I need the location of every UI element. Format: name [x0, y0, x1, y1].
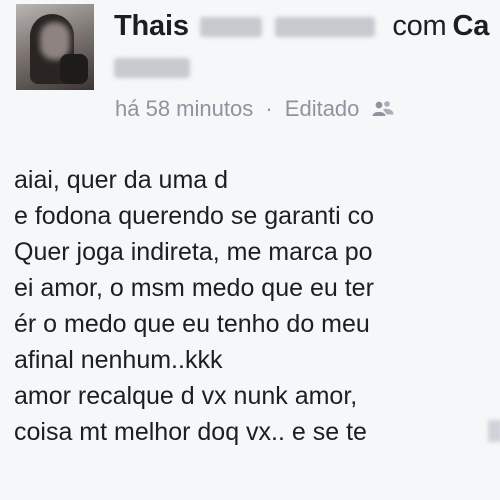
- edited-label[interactable]: Editado: [285, 96, 360, 121]
- meta-separator: ·: [265, 96, 273, 121]
- post-timestamp[interactable]: há 58 minutos: [115, 96, 253, 121]
- post-line: ei amor, o msm medo que eu ter: [14, 274, 374, 302]
- redacted-surname-2: [275, 17, 376, 38]
- avatar-phone: [60, 54, 88, 84]
- redacted-fragment: [488, 420, 500, 442]
- post-line: amor recalque d vx nunk amor,: [14, 382, 358, 410]
- tagged-person-name[interactable]: Ca: [453, 10, 490, 42]
- redacted-tagged-name: [114, 58, 190, 78]
- post-line: coisa mt melhor doq vx.. e se te: [14, 418, 367, 446]
- post-meta: há 58 minutos · Editado: [115, 96, 394, 124]
- redacted-surname-1: [199, 17, 262, 38]
- post-header: Thais com Ca: [114, 10, 489, 43]
- post-line: ér o medo que eu tenho do meu: [14, 310, 370, 338]
- post-body: aiai, quer da uma d e fodona querendo se…: [14, 162, 500, 450]
- facebook-post: Thais com Ca há 58 minutos · Editado aiai…: [0, 0, 500, 500]
- with-text: com: [392, 10, 447, 42]
- post-line: e fodona querendo se garanti co: [14, 202, 374, 230]
- author-name[interactable]: Thais: [114, 10, 189, 42]
- post-line: aiai, quer da uma d: [14, 166, 229, 194]
- post-line: afinal nenhum..kkk: [14, 346, 223, 374]
- author-avatar[interactable]: [16, 4, 94, 90]
- friends-icon[interactable]: [372, 98, 394, 124]
- post-line: Quer joga indireta, me marca po: [14, 238, 373, 266]
